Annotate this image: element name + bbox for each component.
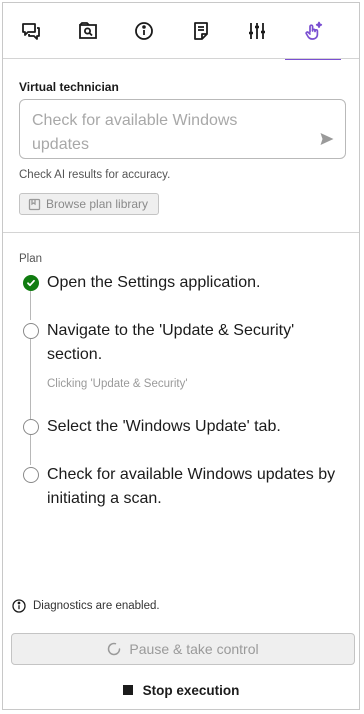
send-icon[interactable]	[319, 131, 335, 147]
stop-label: Stop execution	[142, 682, 240, 698]
stop-icon	[122, 685, 133, 695]
plan-step: Check for available Windows updates by i…	[47, 466, 336, 507]
prompt-placeholder: Check for available Windows updates	[32, 112, 238, 153]
plan-header: Plan	[19, 253, 43, 265]
step-pending-icon	[23, 467, 39, 483]
plan-step: Open the Settings application.	[47, 274, 261, 291]
info-icon	[135, 22, 153, 40]
tab-settings[interactable]	[229, 3, 285, 59]
copilot-panel: Virtual technician Check for available W…	[2, 2, 360, 710]
stop-execution-button[interactable]: Stop execution	[3, 679, 359, 701]
browse-plan-library-button[interactable]: Browse plan library	[19, 193, 159, 215]
divider	[3, 58, 359, 59]
step-substatus: Clicking 'Update & Security'	[47, 378, 188, 390]
notes-icon	[194, 22, 208, 40]
pause-take-control-button[interactable]: Pause & take control	[11, 633, 355, 665]
spinner-icon	[108, 642, 121, 656]
plan-step: Select the 'Windows Update' tab.	[47, 418, 281, 435]
step-connector	[30, 434, 31, 465]
sparkle-touch-icon	[305, 21, 323, 40]
plan-step: Navigate to the 'Update & Security' sect…	[47, 322, 295, 363]
chat-icon	[22, 23, 40, 40]
library-icon	[28, 198, 41, 210]
tab-virtual-technician[interactable]	[285, 3, 341, 60]
tab-search[interactable]	[60, 3, 116, 59]
step-pending-icon	[23, 323, 39, 339]
tab-chat[interactable]	[3, 3, 59, 59]
tab-info[interactable]	[116, 3, 172, 59]
virtual-technician-label: Virtual technician	[19, 80, 119, 94]
diagnostics-status: Diagnostics are enabled.	[12, 599, 160, 613]
step-pending-icon	[23, 419, 39, 435]
ai-disclaimer: Check AI results for accuracy.	[19, 169, 171, 181]
divider	[3, 232, 359, 233]
browse-plan-library-label: Browse plan library	[46, 197, 149, 211]
diagnostics-text: Diagnostics are enabled.	[33, 600, 160, 612]
step-connector	[30, 339, 31, 419]
pause-label: Pause & take control	[129, 641, 259, 657]
search-window-icon	[79, 22, 97, 39]
step-connector	[30, 291, 31, 320]
tab-bar	[3, 3, 359, 60]
tab-notes[interactable]	[173, 3, 229, 59]
sliders-icon	[249, 23, 265, 39]
step-complete-icon	[23, 275, 39, 291]
info-icon	[12, 599, 26, 613]
prompt-input[interactable]: Check for available Windows updates	[19, 99, 346, 159]
